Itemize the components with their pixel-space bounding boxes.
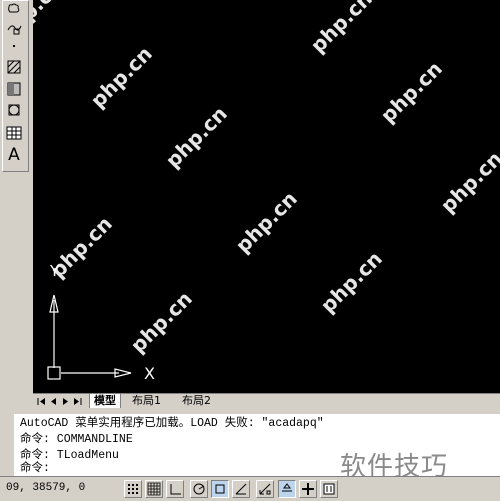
drawing-canvas[interactable]: php.cn php.cn php.cn php.cn php.cn php.c… [33, 0, 500, 393]
table-icon[interactable] [4, 124, 24, 142]
command-history-line: 命令: COMMANDLINE [20, 433, 133, 446]
gradient-icon[interactable] [4, 80, 24, 98]
grid-toggle[interactable] [145, 480, 163, 498]
lineweight-toggle[interactable] [299, 480, 317, 498]
text-tool-label: A [8, 145, 20, 165]
command-history-line: 命令: TLoadMenu [20, 449, 119, 462]
polar-toggle[interactable] [190, 480, 208, 498]
region-icon[interactable] [4, 101, 24, 119]
next-tab-button[interactable] [60, 396, 71, 407]
prev-tab-button[interactable] [48, 396, 59, 407]
hatch-icon[interactable] [4, 58, 24, 76]
tab-layout1[interactable]: 布局1 [128, 394, 165, 408]
otrack-toggle[interactable] [232, 480, 250, 498]
ucs-icon [47, 294, 132, 380]
dyn-toggle[interactable] [278, 480, 296, 498]
status-bar: 09, 38579, 0 [0, 476, 500, 501]
command-prompt[interactable]: 命令: [20, 462, 50, 475]
spline-icon[interactable] [4, 19, 24, 37]
osnap-toggle[interactable] [211, 480, 229, 498]
tab-layout2[interactable]: 布局2 [178, 394, 215, 408]
point-icon[interactable] [4, 37, 24, 55]
snap-toggle[interactable] [124, 480, 142, 498]
multiline-text-icon[interactable]: A [4, 145, 24, 165]
layout-tabs-bar: 模型 布局1 布局2 [33, 393, 500, 410]
ortho-toggle[interactable] [166, 480, 184, 498]
first-tab-button[interactable] [36, 396, 47, 407]
command-history-line: AutoCAD 菜单实用程序已加载。LOAD 失败: "acadapq" [20, 417, 324, 430]
ucs-y-label: Y [50, 262, 60, 280]
command-window-grip[interactable] [0, 414, 14, 476]
last-tab-button[interactable] [72, 396, 83, 407]
draw-toolbar: A [0, 0, 34, 398]
coordinate-readout: 09, 38579, 0 [6, 482, 86, 494]
tab-model[interactable]: 模型 [89, 394, 121, 408]
revcloud-icon[interactable] [4, 1, 24, 19]
model-space-toggle[interactable] [320, 480, 338, 498]
ducs-toggle[interactable] [256, 480, 274, 498]
ucs-x-label: X [144, 364, 155, 383]
